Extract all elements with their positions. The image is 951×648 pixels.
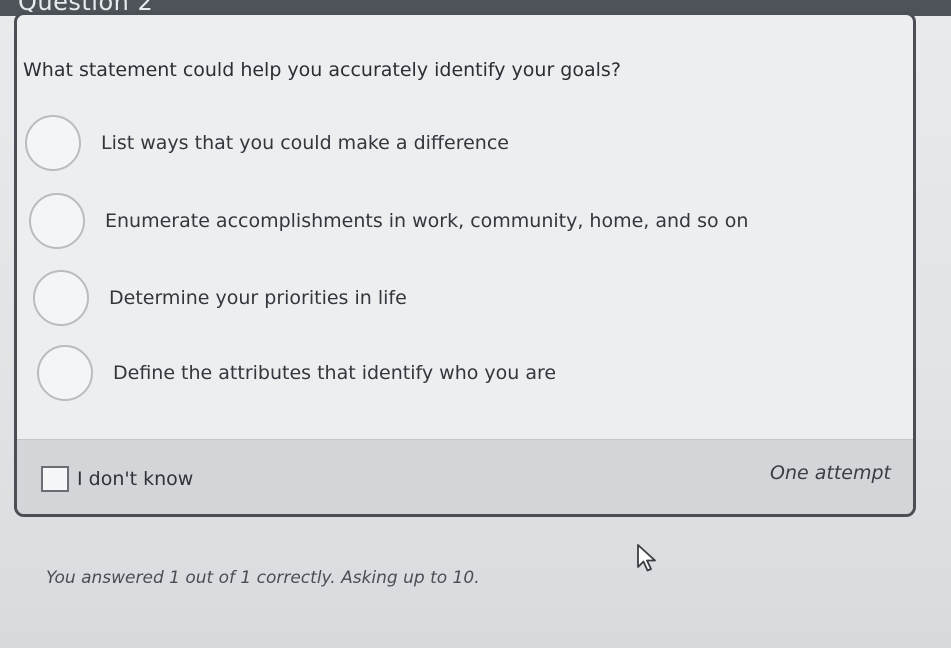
radio-button[interactable] [37, 345, 93, 401]
question-card: What statement could help you accurately… [14, 12, 916, 517]
score-status-text: You answered 1 out of 1 correctly. Askin… [46, 568, 480, 588]
i-dont-know-checkbox[interactable] [41, 466, 69, 492]
attempt-info: One attempt [770, 462, 891, 484]
mouse-pointer-icon [637, 544, 656, 572]
answer-option-label: Enumerate accomplishments in work, commu… [105, 210, 749, 232]
question-text: What statement could help you accurately… [23, 59, 621, 81]
question-footer: I don't know One attempt [17, 439, 913, 514]
answer-option-2[interactable]: Enumerate accomplishments in work, commu… [29, 193, 748, 249]
radio-button[interactable] [25, 115, 81, 171]
i-dont-know-option[interactable]: I don't know [41, 466, 193, 492]
answer-option-1[interactable]: List ways that you could make a differen… [25, 115, 509, 171]
radio-button[interactable] [29, 193, 85, 249]
i-dont-know-label: I don't know [77, 468, 194, 490]
answer-option-label: Define the attributes that identify who … [113, 362, 557, 384]
quiz-page: Question 2 What statement could help you… [0, 0, 951, 648]
answer-option-4[interactable]: Define the attributes that identify who … [37, 345, 556, 401]
answer-option-label: List ways that you could make a differen… [101, 132, 509, 154]
radio-button[interactable] [33, 270, 89, 326]
answer-option-label: Determine your priorities in life [109, 287, 407, 309]
answer-option-3[interactable]: Determine your priorities in life [33, 270, 407, 326]
